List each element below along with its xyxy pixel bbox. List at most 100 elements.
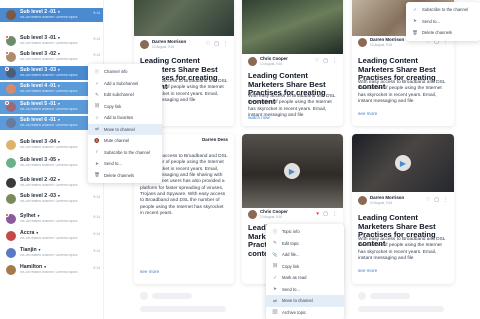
menu-icon: ➤: [95, 160, 99, 166]
edit-topic-item[interactable]: ✎ Edit topic: [266, 238, 344, 250]
channel-avatar: [5, 51, 16, 62]
send-to-item[interactable]: ➤ Send to...: [88, 158, 162, 170]
avatar: [140, 40, 149, 49]
see-more-link[interactable]: see more: [358, 268, 377, 273]
move-channel-item[interactable]: ⇄ Move to channel: [266, 295, 344, 307]
subscribe-item[interactable]: ✓ Subscribe to the channel: [88, 147, 162, 159]
card-body: With easy access to Broadband and DSL th…: [358, 237, 446, 261]
sidebar-channel-item[interactable]: Sub level 3 -01 ▾ INCub related channel: G…: [0, 34, 103, 48]
copy-link-item[interactable]: ⛓ Copy link: [88, 101, 162, 113]
menu-label: Mute channel: [104, 138, 130, 144]
post-time: 10 August, 9:15: [260, 214, 283, 219]
topic-card[interactable]: ▶ Darren Morrison 10 August, 9:15 ♡ ▢ ⋮ Lea…: [352, 134, 454, 284]
more-icon[interactable]: ⋮: [443, 197, 448, 203]
comment-icon[interactable]: ▢: [323, 58, 328, 64]
move-channel-item[interactable]: ⇄ Move to channel: [88, 123, 162, 135]
comment-icon[interactable]: ▢: [434, 197, 439, 203]
channel-info-item[interactable]: ⓘ Channel info: [88, 66, 162, 78]
chevron-down-icon[interactable]: ▾: [44, 265, 46, 269]
menu-label: Channel info: [104, 69, 128, 75]
channel-avatar: [6, 248, 16, 258]
channel-subtitle: INCub related channel: General topics: [20, 57, 78, 61]
chevron-down-icon[interactable]: ▾: [58, 36, 60, 40]
channel-time: 9:14: [93, 249, 100, 253]
post-time: 10 August, 9:15: [370, 200, 393, 205]
send-to-item[interactable]: ➤ Send to...: [266, 284, 344, 296]
topic-context-menu: ⓘ Topic info ✎ Edit topic 📎 Add file... ⛓ Copy …: [266, 224, 344, 319]
card-image: [242, 0, 343, 54]
archive-topic-item[interactable]: 🗄 Archive topic: [266, 307, 344, 319]
channel-avatar: [6, 194, 16, 204]
card-actions: ♡ ▢ ⋮: [315, 58, 337, 64]
more-icon[interactable]: ⋮: [223, 41, 228, 47]
channel-subtitle: INCub related channel: General topics: [20, 253, 78, 257]
menu-label: Add to favorites: [104, 115, 134, 121]
channel-avatar: [6, 10, 16, 20]
subscribe-item[interactable]: ✓ Subscribe to the channel: [406, 4, 480, 16]
card-author: Darren Morrison 10 August, 9:15: [140, 39, 186, 49]
menu-label: Archive topic: [282, 309, 306, 315]
channel-time: 9:14: [93, 53, 100, 57]
topic-card[interactable]: Chris Cooper 10 August, 9:15 ♡ ▢ ⋮ Leading …: [242, 0, 343, 126]
copy-link-item[interactable]: ⛓ Copy link: [266, 261, 344, 273]
chevron-down-icon[interactable]: ▾: [58, 140, 60, 144]
post-time: 10 August, 9:15: [152, 44, 175, 49]
mark-read-item[interactable]: ✓ Mark as read: [266, 272, 344, 284]
comment-icon[interactable]: ▢: [323, 211, 328, 217]
chevron-down-icon[interactable]: ▾: [58, 84, 60, 88]
skeleton-avatar: [140, 292, 148, 300]
edit-subchannel-item[interactable]: ✎ Edit subchannel: [88, 89, 162, 101]
chevron-down-icon[interactable]: ▾: [58, 158, 60, 162]
heart-icon[interactable]: ♡: [315, 58, 319, 64]
see-more-link[interactable]: see more: [140, 269, 159, 274]
menu-icon: ✓: [413, 6, 417, 12]
channel-context-menu: ⓘ Channel info + Add a Subchannel ✎ Edit subc…: [88, 64, 162, 183]
menu-icon: ➤: [413, 18, 417, 24]
sidebar-channel-item[interactable]: Accra ▾ INCub related channel: General top…: [0, 229, 103, 243]
sidebar-channel-item[interactable]: Sub level 3 -02 ▾ INCub related channel: G…: [0, 50, 103, 64]
chevron-down-icon[interactable]: ▾: [36, 231, 38, 235]
topic-info-item[interactable]: ⓘ Topic info: [266, 226, 344, 238]
chevron-down-icon[interactable]: ▾: [58, 68, 60, 72]
sidebar-channel-item[interactable]: Tianjin ▾ INCub related channel: General t…: [0, 246, 103, 260]
chevron-down-icon[interactable]: ▾: [58, 52, 60, 56]
chevron-down-icon[interactable]: ▾: [58, 194, 60, 198]
channel-name: Tianjin: [20, 247, 37, 254]
channel-name: Sub level 3 -01: [20, 35, 57, 42]
play-icon[interactable]: ▶: [395, 155, 411, 171]
channel-avatar: [5, 213, 16, 224]
heart-icon[interactable]: ♡: [206, 41, 210, 47]
sidebar-channel-item[interactable]: Sub level 2 -03 ▾ INCub related channel: G…: [0, 192, 103, 206]
chevron-down-icon[interactable]: ▾: [58, 102, 60, 106]
sidebar-channel-item[interactable]: Sub level 2 -01 ▾ INCub related channel: G…: [0, 8, 103, 22]
sidebar-channel-item[interactable]: Sylhet ▾ INCub related channel: General to…: [0, 212, 103, 226]
delete-channels-item[interactable]: 🗑 Delete channels: [88, 170, 162, 182]
delete-channels-item[interactable]: 🗑 Delete channels: [406, 27, 480, 39]
watch-now-link[interactable]: watch now: [248, 115, 270, 120]
sidebar-channel-item[interactable]: Hamilton ▾ INCub related channel: General …: [0, 263, 103, 277]
chevron-down-icon[interactable]: ▾: [58, 178, 60, 182]
channel-avatar: [6, 231, 16, 241]
channel-name: Sub level 5 -01: [20, 101, 57, 108]
channel-name: Sub level 2 -01: [20, 9, 57, 16]
menu-icon: ✎: [95, 91, 99, 97]
chevron-down-icon[interactable]: ▾: [39, 248, 41, 252]
chevron-down-icon[interactable]: ▾: [38, 214, 40, 218]
heart-filled-icon[interactable]: ♥: [316, 211, 319, 217]
heart-icon[interactable]: ♡: [426, 197, 430, 203]
add-favorites-item[interactable]: ☆ Add to favorites: [88, 112, 162, 124]
channel-context-menu-top: ✓ Subscribe to the channel ➤ Send to... 🗑 Del…: [406, 2, 480, 41]
add-file-item[interactable]: 📎 Add file...: [266, 249, 344, 261]
chevron-down-icon[interactable]: ▾: [58, 118, 60, 122]
more-icon[interactable]: ⋮: [332, 58, 337, 64]
add-subchannel-item[interactable]: + Add a Subchannel: [88, 78, 162, 90]
send-to-item[interactable]: ➤ Send to...: [406, 16, 480, 28]
play-icon[interactable]: ▶: [284, 163, 300, 179]
chevron-down-icon[interactable]: ▾: [58, 10, 60, 14]
more-icon[interactable]: ⋮: [332, 211, 337, 217]
channel-time: 9:14: [93, 11, 100, 15]
comment-icon[interactable]: ▢: [214, 41, 219, 47]
see-more-link[interactable]: see more: [358, 111, 377, 116]
unread-dot: [5, 35, 9, 39]
mute-channel-item[interactable]: 🔕 Mute channel: [88, 135, 162, 147]
